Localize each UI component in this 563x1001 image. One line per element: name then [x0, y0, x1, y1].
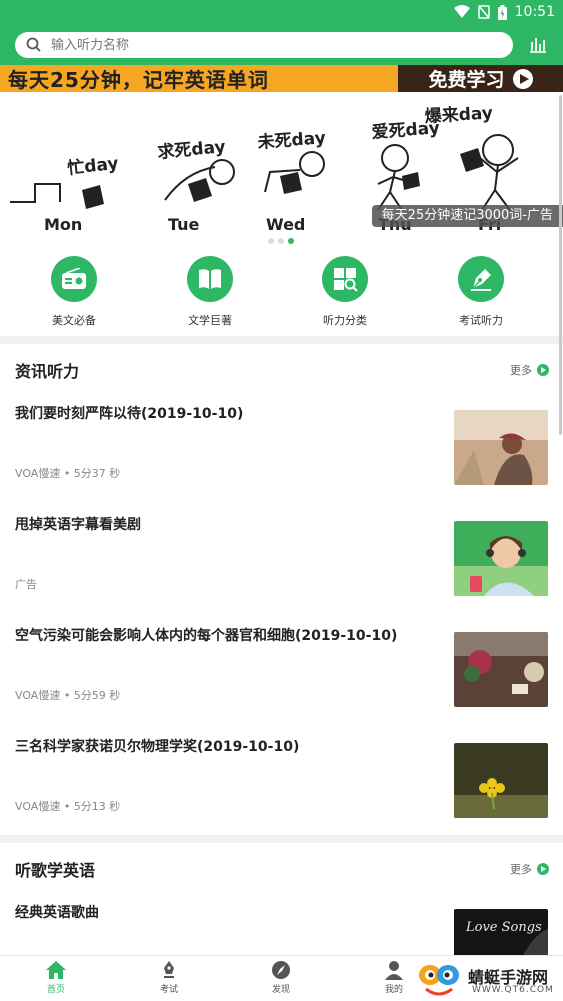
item-meta: VOA慢速 • 5分37 秒: [15, 467, 121, 480]
category-meiwen[interactable]: 美文必备: [29, 256, 119, 328]
search-input[interactable]: [49, 36, 473, 54]
banner-mood-1: 忙day: [66, 153, 119, 179]
category-row: 美文必备 文学巨著 听力分类 考试听力: [0, 250, 563, 336]
watermark-url: WWW.QT6.COM: [472, 985, 554, 995]
tab-label: 我的: [384, 985, 403, 995]
banner-mood-5: 爆来day: [424, 102, 493, 127]
status-bar: 10:51: [0, 0, 563, 26]
item-thumbnail: Love Songs: [454, 909, 548, 955]
tab-discover[interactable]: 发现: [251, 960, 311, 995]
more-label: 更多: [510, 364, 532, 377]
more-label: 更多: [510, 863, 532, 876]
carousel-dot[interactable]: [278, 238, 284, 244]
category-kaoshi[interactable]: 考试听力: [436, 256, 526, 328]
banner-carousel[interactable]: Mon Tue Wed Thu Fri 忙day 求死day 未死day 爱死d…: [0, 92, 563, 250]
search-box[interactable]: [15, 32, 513, 58]
radio-icon: [62, 268, 86, 289]
category-label: 文学巨著: [188, 314, 232, 327]
tab-label: 发现: [271, 985, 290, 995]
scrollbar[interactable]: [559, 95, 562, 435]
wifi-icon: [453, 5, 470, 18]
pen-icon: [471, 269, 491, 291]
tab-label: 首页: [46, 985, 65, 995]
item-thumbnail: [454, 521, 548, 596]
list-item[interactable]: 空气污染可能会影响人体内的每个器官和细胞(2019-10-10) VOA慢速 •…: [0, 615, 563, 726]
play-icon: [512, 68, 533, 89]
more-link[interactable]: 更多: [510, 861, 549, 877]
banner-day-tue: Tue: [168, 215, 200, 234]
section-title: 资讯听力: [15, 362, 80, 381]
item-title: 经典英语歌曲: [15, 905, 99, 921]
list-item-ad[interactable]: 甩掉英语字幕看美剧 广告: [0, 504, 563, 615]
banner-mood-2: 求死day: [157, 136, 227, 163]
section-news-header: 资讯听力 更多: [0, 344, 563, 388]
carousel-dots: [268, 238, 294, 244]
thumb-text: Love Songs: [465, 920, 542, 935]
banner-mood-3: 未死day: [256, 127, 326, 153]
user-icon: [385, 961, 403, 980]
item-thumbnail: [454, 743, 548, 818]
free-study-button[interactable]: 免费学习: [398, 65, 563, 92]
ad-strip[interactable]: 每天25分钟，记牢英语单词 免费学习: [0, 65, 563, 92]
category-label: 美文必备: [52, 314, 96, 327]
item-title: 甩掉英语字幕看美剧: [15, 517, 141, 533]
section-title: 听歌学英语: [15, 861, 96, 880]
chevron-right-icon: [537, 863, 549, 875]
tab-label: 考试: [159, 985, 178, 995]
home-icon: [46, 961, 66, 979]
dragonfly-logo-icon: [419, 965, 459, 996]
item-title: 三名科学家获诺贝尔物理学奖(2019-10-10): [15, 739, 300, 755]
category-label: 听力分类: [323, 314, 367, 327]
search-icon: [26, 37, 41, 52]
more-link[interactable]: 更多: [510, 362, 549, 378]
category-wenxue[interactable]: 文学巨著: [165, 256, 255, 328]
book-icon: [199, 269, 221, 289]
pen-nib-icon: [164, 961, 174, 978]
battery-icon: [497, 4, 507, 20]
compass-icon: [272, 961, 290, 979]
section-songs-header: 听歌学英语 更多: [0, 843, 563, 887]
tab-exam[interactable]: 考试: [139, 960, 199, 995]
item-title: 空气污染可能会影响人体内的每个器官和细胞(2019-10-10): [15, 628, 398, 644]
list-item[interactable]: 经典英语歌曲 Love Songs: [0, 892, 563, 955]
no-sim-icon: [477, 5, 490, 19]
grid-search-icon: [334, 268, 358, 292]
status-time: 10:51: [514, 4, 555, 20]
ranking-chart-icon[interactable]: [528, 34, 548, 54]
chevron-right-icon: [537, 364, 549, 376]
list-item[interactable]: 三名科学家获诺贝尔物理学奖(2019-10-10) VOA慢速 • 5分13 秒: [0, 726, 563, 837]
top-bar: [0, 26, 563, 65]
banner-caption: 每天25分钟速记3000词-广告: [371, 205, 563, 227]
item-meta: VOA慢速 • 5分59 秒: [15, 689, 121, 702]
item-meta: VOA慢速 • 5分13 秒: [15, 800, 121, 813]
category-tingli[interactable]: 听力分类: [300, 256, 390, 328]
section-divider: [0, 835, 563, 843]
item-thumbnail: [454, 410, 548, 485]
ad-strip-text: 每天25分钟，记牢英语单词: [8, 68, 269, 92]
list-item[interactable]: 我们要时刻严阵以待(2019-10-10) VOA慢速 • 5分37 秒: [0, 393, 563, 504]
category-label: 考试听力: [459, 314, 503, 327]
banner-day-wed: Wed: [266, 215, 305, 234]
ad-label: 广告: [15, 578, 37, 591]
site-watermark: 蜻蜓手游网 WWW.QT6.COM: [412, 960, 563, 1000]
free-study-label: 免费学习: [428, 69, 505, 91]
carousel-dot-active[interactable]: [288, 238, 294, 244]
item-title: 我们要时刻严阵以待(2019-10-10): [15, 406, 244, 422]
item-thumbnail: [454, 632, 548, 707]
banner-day-mon: Mon: [44, 215, 82, 234]
tab-home[interactable]: 首页: [26, 960, 86, 995]
section-divider: [0, 336, 563, 344]
carousel-dot[interactable]: [268, 238, 274, 244]
